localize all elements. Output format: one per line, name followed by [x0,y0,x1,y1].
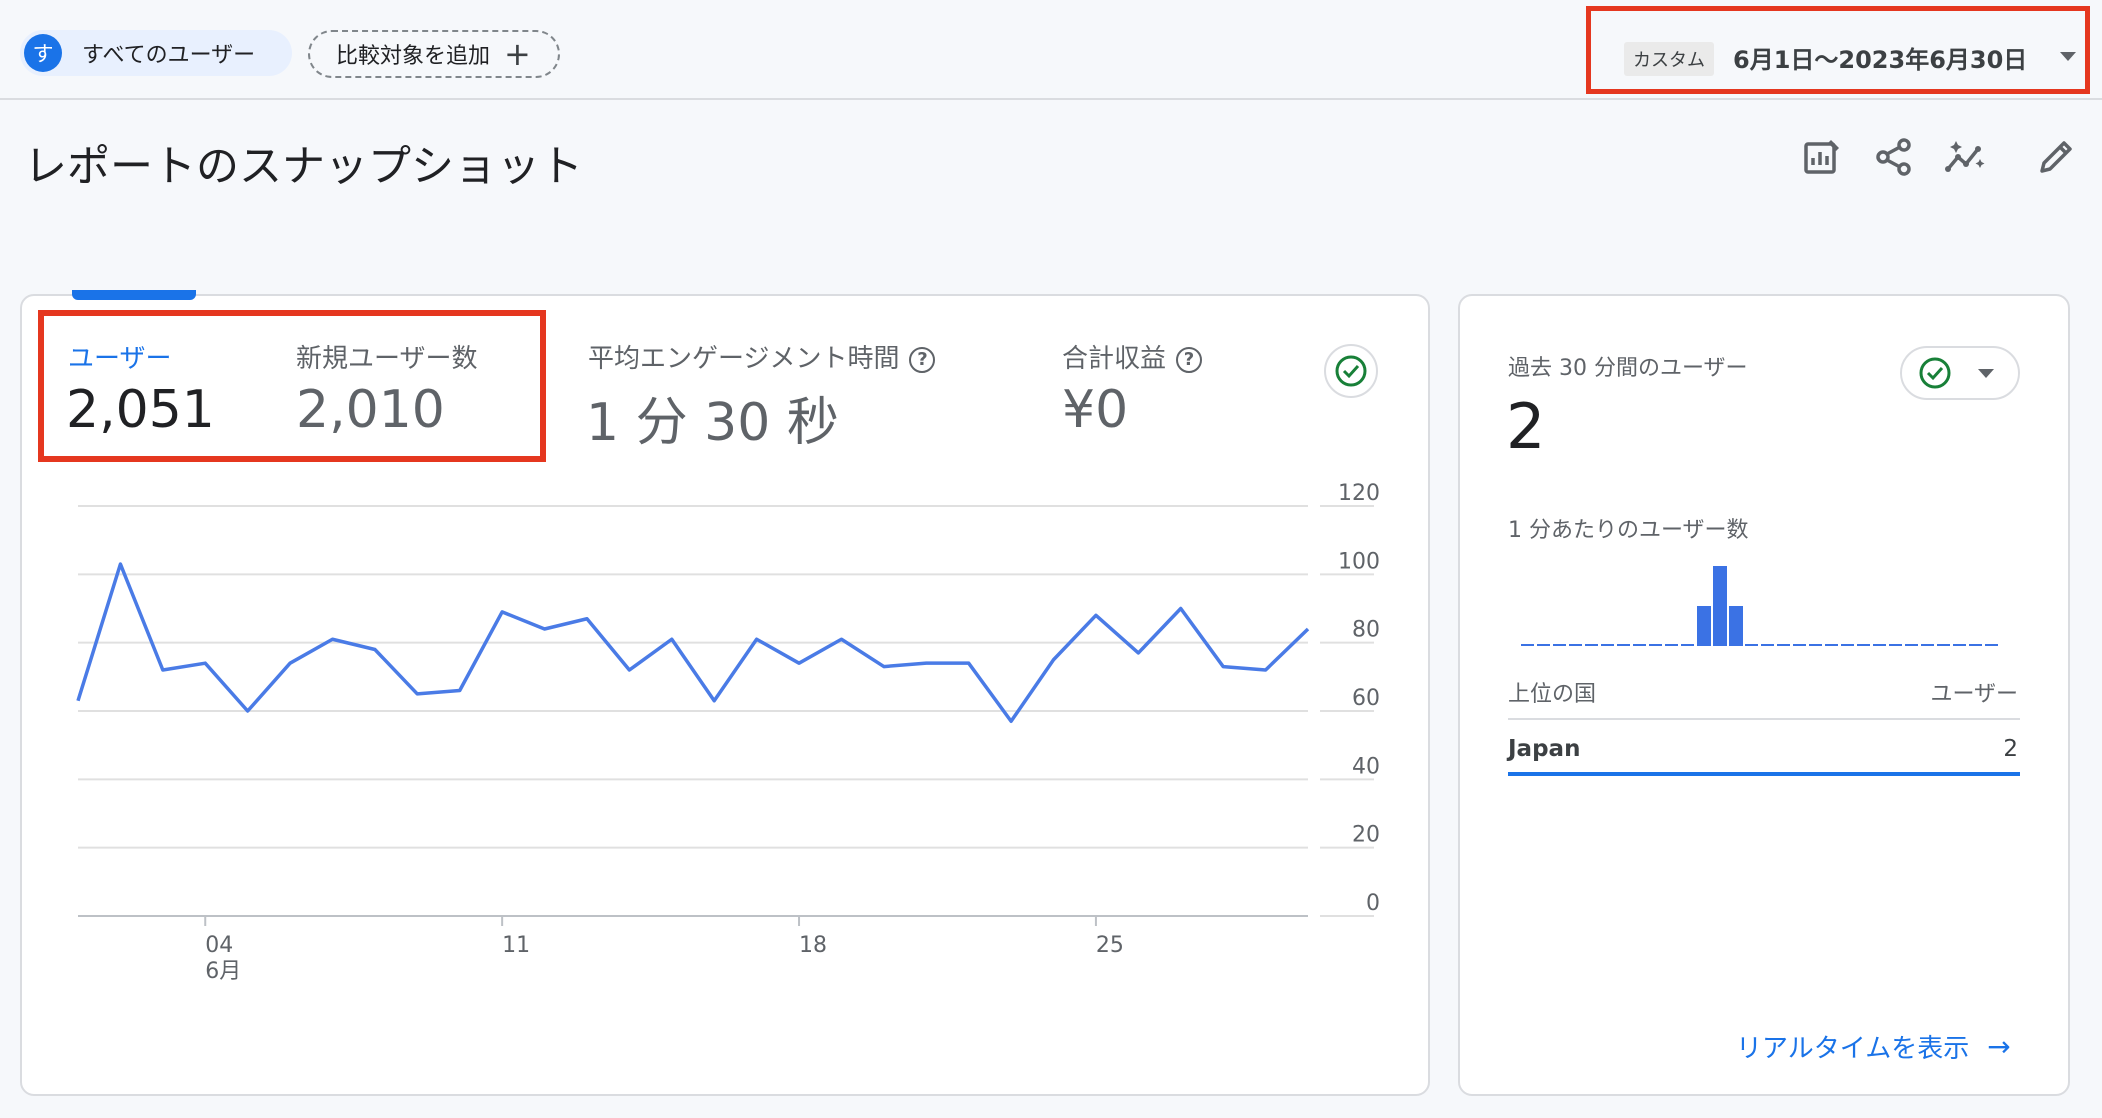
minute-bar [1697,606,1711,646]
y-tick-label: 40 [1352,754,1380,779]
help-icon[interactable]: ? [1176,346,1203,373]
share-icon[interactable] [1872,135,1916,179]
help-icon[interactable]: ? [909,346,936,373]
view-realtime-link[interactable]: リアルタイムを表示 → [1736,1028,2011,1065]
add-comparison-label: 比較対象を追加 [336,44,491,69]
realtime-title: 過去 30 分間のユーザー [1508,356,1748,381]
metric-value: 1 分 30 秒 [586,393,839,453]
y-tick-label: 120 [1338,481,1380,506]
segment-chip-all-users[interactable]: す すべてのユーザー [20,30,292,76]
realtime-value: 2 [1506,390,1546,463]
y-tick-label: 80 [1352,618,1380,643]
x-tick-sublabel: 6月 [205,959,241,984]
metric-value: 2,010 [296,380,445,440]
insights-icon[interactable] [1944,135,1988,179]
metric-value: 2,051 [66,380,215,440]
table-row-country: Japan [1508,736,1581,762]
plus-icon: + [504,35,531,73]
table-row-bar [1508,772,2020,776]
date-range-tag: カスタム [1624,42,1714,76]
date-range-picker[interactable]: 6月1日〜2023年6月30日 [1733,40,2027,75]
metric-label: ユーザー [68,344,172,374]
table-header-country: 上位の国 [1508,682,1597,707]
chevron-down-icon[interactable] [2060,52,2076,61]
chevron-down-icon [1978,368,1994,378]
per-minute-label: 1 分あたりのユーザー数 [1508,518,1749,543]
view-realtime-label: リアルタイムを表示 [1736,1034,1970,1064]
add-comparison-button[interactable]: 比較対象を追加 + [308,30,560,78]
page-title: レポートのスナップショット [24,142,583,192]
table-header-users: ユーザー [1930,682,2018,707]
x-tick-label: 18 [799,933,827,958]
metric-label: 合計収益 [1062,344,1167,374]
y-tick-label: 20 [1352,823,1380,848]
metric-tab-indicator [72,290,196,300]
x-tick-label: 11 [502,933,530,958]
per-minute-bar-chart [1521,566,1998,646]
table-divider [1508,718,2020,720]
x-tick-label: 25 [1096,933,1124,958]
y-tick-label: 100 [1338,549,1380,574]
check-circle-icon [1919,357,1951,389]
check-circle-icon [1335,355,1367,387]
x-tick-label: 04 [205,933,233,958]
y-tick-label: 0 [1366,891,1380,916]
y-tick-label: 60 [1352,686,1380,711]
arrow-right-icon: → [1987,1030,2011,1063]
customize-report-icon[interactable] [1800,135,1844,179]
metric-value: ¥0 [1062,380,1129,440]
edit-icon[interactable] [2034,135,2078,179]
segment-avatar: す [24,34,62,72]
metric-label: 平均エンゲージメント時間 [588,344,900,374]
minute-bar [1713,566,1727,646]
metric-label: 新規ユーザー数 [296,344,478,374]
minute-bar [1729,606,1743,646]
data-quality-check-button[interactable] [1324,344,1378,398]
segment-label: すべてのユーザー [82,43,256,68]
realtime-status-dropdown[interactable] [1900,346,2020,400]
table-row-users: 2 [2003,736,2018,762]
users-line-chart: 0 20 40 60 80 100 120 046月 11 18 25 [76,481,1380,984]
